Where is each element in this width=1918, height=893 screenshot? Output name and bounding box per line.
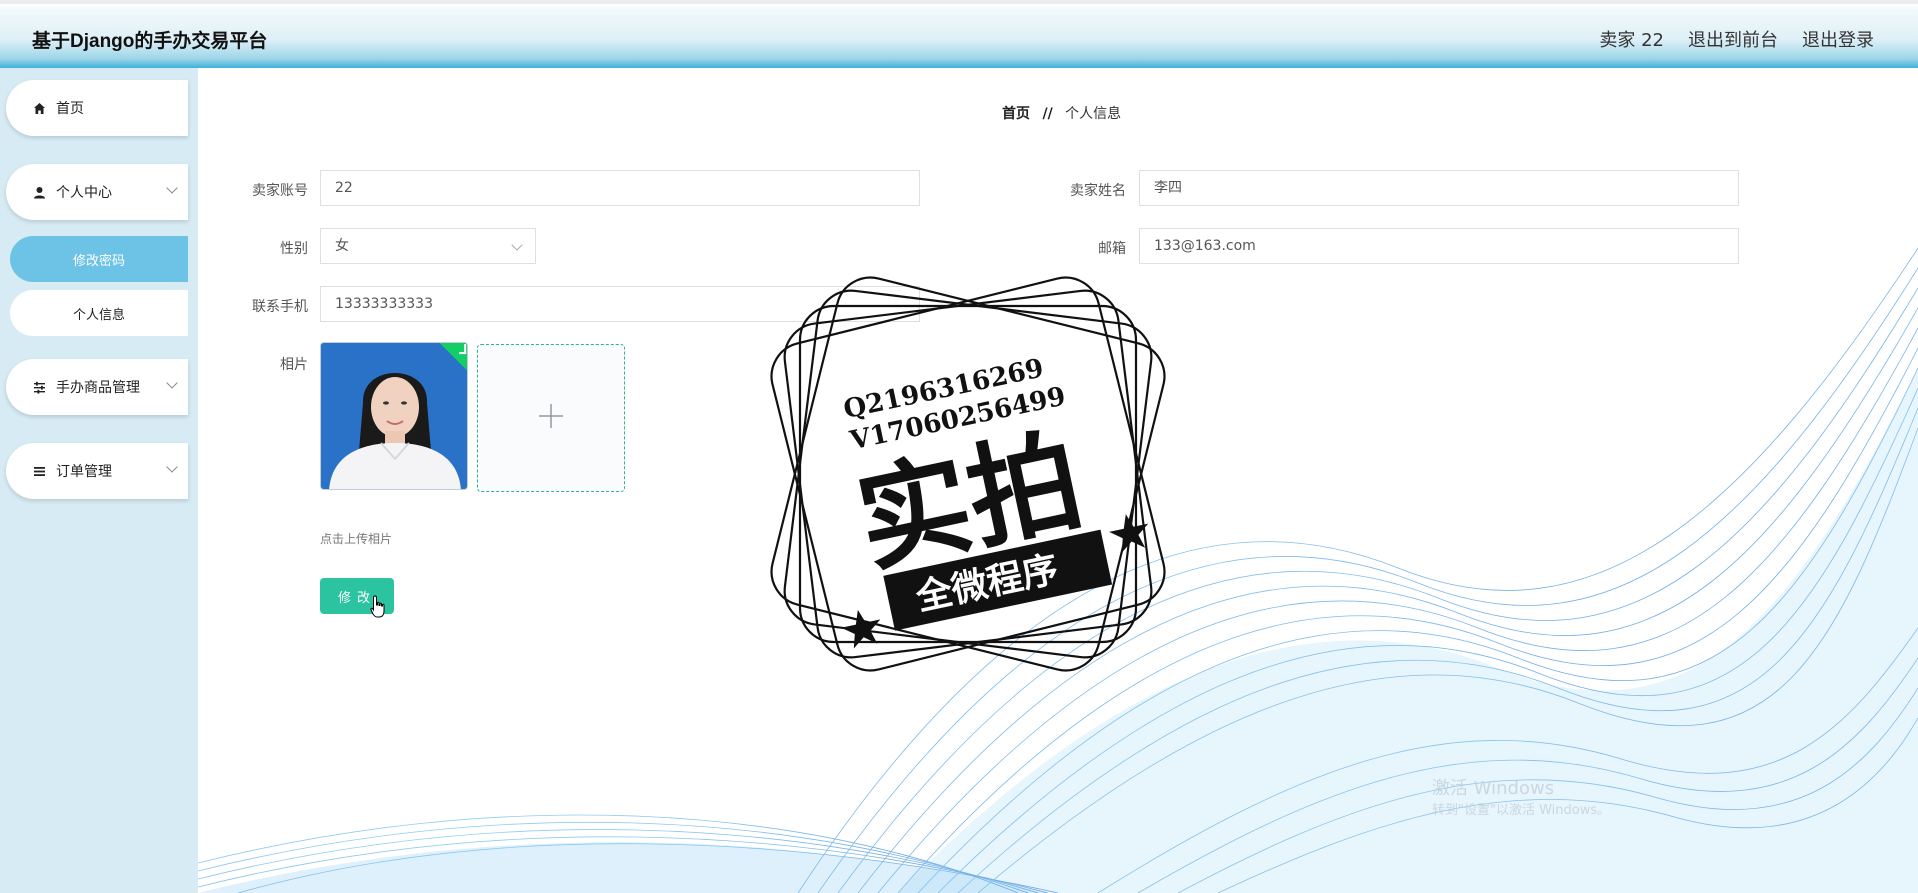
chevron-down-icon — [166, 377, 178, 389]
sidebar-item-orders[interactable]: 订单管理 — [6, 443, 188, 499]
name-field[interactable]: 李四 — [1139, 170, 1739, 206]
list-icon — [32, 465, 46, 478]
hand-cursor-icon — [370, 595, 385, 618]
sidebar-subitem-label: 修改密码 — [72, 253, 125, 269]
sidebar-item-label: 个人中心 — [56, 185, 112, 201]
sidebar-item-label: 订单管理 — [56, 464, 112, 480]
uploaded-photo[interactable] — [320, 342, 468, 490]
sidebar-item-home[interactable]: 首页 — [6, 80, 188, 136]
main-content: 首页 // 个人信息 卖家账号 22 卖家姓名 李四 性别 女 邮箱 133@1… — [198, 68, 1918, 893]
chevron-down-icon — [166, 461, 178, 473]
gender-select[interactable]: 女 — [320, 228, 536, 264]
current-user-label: 卖家 22 — [1599, 30, 1664, 51]
phone-label: 联系手机 — [252, 299, 308, 315]
header-actions: 卖家 22 退出到前台 退出登录 — [1599, 26, 1874, 52]
sidebar-item-personal-center[interactable]: 个人中心 — [6, 164, 188, 220]
name-label: 卖家姓名 — [1070, 183, 1126, 199]
photo-upload-button[interactable] — [477, 344, 625, 492]
gender-selected-value: 女 — [335, 238, 349, 254]
sidebar: 首页 个人中心 修改密码 个人信息 手办商品管理 订单管理 — [0, 68, 198, 893]
sliders-icon — [32, 381, 46, 394]
plus-icon — [537, 398, 565, 439]
photo-stamp-watermark: Q2196316269 V17060256499 实拍 全微程序 — [770, 276, 1166, 672]
gender-label: 性别 — [280, 241, 308, 257]
app-title: 基于Django的手办交易平台 — [32, 31, 268, 52]
breadcrumb-separator: // — [1042, 106, 1053, 122]
account-label: 卖家账号 — [252, 183, 308, 199]
exit-to-front-link[interactable]: 退出到前台 — [1688, 26, 1778, 52]
email-field[interactable]: 133@163.com — [1139, 228, 1739, 264]
chevron-down-icon — [166, 182, 178, 194]
upload-hint: 点击上传相片 — [320, 532, 393, 546]
sidebar-subitem-personal-info[interactable]: 个人信息 — [10, 290, 188, 336]
sidebar-item-label: 手办商品管理 — [56, 380, 140, 396]
sidebar-item-label: 首页 — [56, 101, 84, 117]
breadcrumb-current: 个人信息 — [1065, 106, 1122, 122]
activation-title: 激活 Windows — [1432, 778, 1555, 799]
breadcrumb-home[interactable]: 首页 — [1002, 106, 1030, 122]
star-icon — [841, 609, 881, 649]
sidebar-subitem-change-password[interactable]: 修改密码 — [10, 236, 188, 282]
home-icon — [32, 102, 46, 115]
user-icon — [32, 186, 46, 199]
sidebar-item-figure-products[interactable]: 手办商品管理 — [6, 359, 188, 415]
photo-label: 相片 — [280, 357, 308, 373]
top-header: 基于Django的手办交易平台 卖家 22 退出到前台 退出登录 — [0, 0, 1918, 68]
chevron-down-icon — [511, 239, 523, 251]
windows-activation-watermark: 激活 Windows 转到"设置"以激活 Windows。 — [1432, 778, 1610, 822]
breadcrumb: 首页 // 个人信息 — [1002, 103, 1121, 123]
logout-link[interactable]: 退出登录 — [1802, 26, 1874, 52]
sidebar-subitem-label: 个人信息 — [72, 307, 125, 323]
portrait-image — [321, 343, 467, 489]
account-field[interactable]: 22 — [320, 170, 920, 206]
activation-subtitle: 转到"设置"以激活 Windows。 — [1432, 803, 1611, 818]
